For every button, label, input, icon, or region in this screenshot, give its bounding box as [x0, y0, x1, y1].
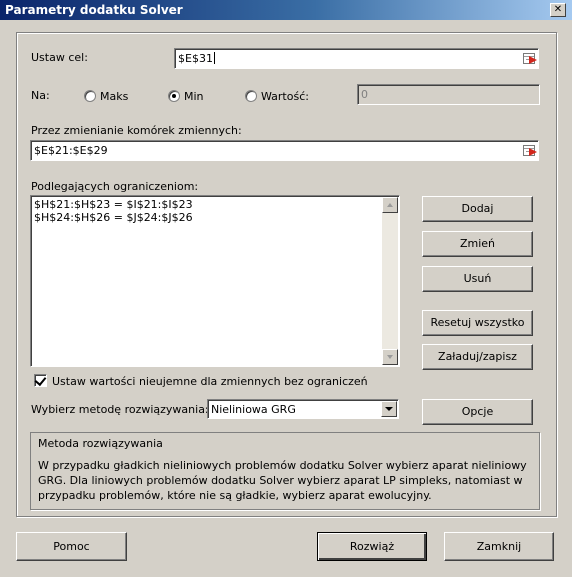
method-info-text: W przypadku gładkich nieliniowych proble… [38, 459, 527, 502]
constraints-scrollbar[interactable] [382, 197, 398, 365]
scroll-up-arrow-icon[interactable] [382, 197, 398, 213]
method-info-title: Metoda rozwiązywania [38, 437, 163, 450]
changing-cells-range-selector-icon[interactable] [522, 143, 538, 159]
radio-max[interactable] [84, 90, 96, 102]
solve-button[interactable]: Rozwiąż [317, 532, 427, 561]
method-label: Wybierz metodę rozwiązywania: [31, 403, 209, 416]
objective-label: Ustaw cel: [31, 51, 88, 64]
checkmark-icon [34, 373, 47, 387]
delete-button[interactable]: Usuń [422, 266, 533, 292]
objective-input[interactable]: $E$31 [174, 48, 539, 69]
text-caret [213, 52, 215, 64]
constraint-item[interactable]: $H$24:$H$26 = $J$24:$J$26 [34, 211, 193, 224]
close-button[interactable]: Zamknij [444, 532, 554, 561]
title-bar: Parametry dodatku Solver ✕ [0, 0, 572, 20]
to-label: Na: [31, 89, 50, 102]
constraint-item[interactable]: $H$21:$H$23 = $I$21:$I$23 [34, 198, 193, 211]
help-button[interactable]: Pomoc [16, 532, 127, 561]
options-button[interactable]: Opcje [422, 399, 533, 425]
nonnegative-label: Ustaw wartości nieujemne dla zmiennych b… [52, 375, 368, 388]
scroll-down-arrow-icon[interactable] [382, 349, 398, 365]
constraints-label: Podlegających ograniczeniom: [31, 180, 199, 193]
radio-value-of-label: Wartość: [261, 90, 309, 103]
changing-cells-input[interactable]: $E$21:$E$29 [30, 140, 539, 161]
objective-value: $E$31 [178, 52, 213, 65]
nonnegative-checkbox[interactable] [34, 373, 47, 387]
method-select[interactable]: Nieliniowa GRG [207, 399, 399, 419]
dropdown-arrow-icon[interactable] [381, 401, 397, 417]
method-selected-value: Nieliniowa GRG [211, 403, 296, 416]
radio-min-label: Min [184, 90, 204, 103]
radio-min[interactable] [168, 90, 180, 102]
load-save-button[interactable]: Załaduj/zapisz [422, 344, 533, 370]
radio-max-label: Maks [100, 90, 129, 103]
method-info-group: Metoda rozwiązywania W przypadku gładkic… [30, 432, 540, 510]
constraints-listbox[interactable]: $H$21:$H$23 = $I$21:$I$23 $H$24:$H$26 = … [30, 195, 400, 367]
radio-value-of[interactable] [245, 90, 257, 102]
objective-range-selector-icon[interactable] [522, 51, 538, 67]
close-window-button[interactable]: ✕ [550, 3, 566, 17]
change-button[interactable]: Zmień [422, 231, 533, 257]
changing-cells-label: Przez zmienianie komórek zmiennych: [31, 124, 242, 137]
value-of-input[interactable]: 0 [357, 84, 540, 105]
window-title: Parametry dodatku Solver [5, 3, 183, 17]
add-button[interactable]: Dodaj [422, 196, 533, 222]
reset-all-button[interactable]: Resetuj wszystko [422, 310, 533, 336]
